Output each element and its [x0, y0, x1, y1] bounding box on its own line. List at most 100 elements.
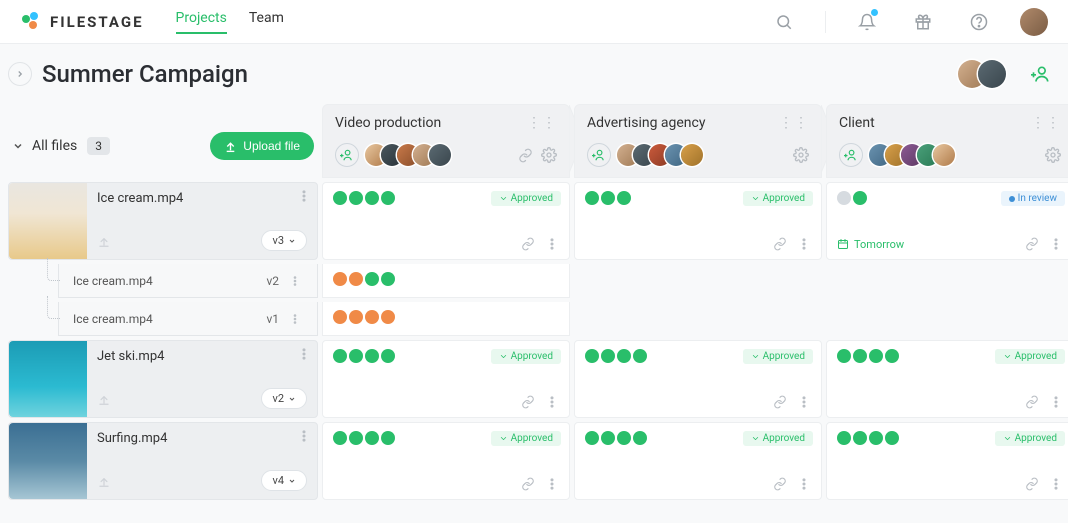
- card-menu-icon[interactable]: [1049, 395, 1063, 409]
- upload-file-button[interactable]: Upload file: [210, 132, 314, 160]
- version-menu-icon[interactable]: [289, 313, 301, 325]
- version-tree: Ice cream.mp4 v1: [8, 302, 318, 336]
- drag-handle-icon[interactable]: ⋮⋮: [527, 115, 557, 131]
- link-icon[interactable]: [521, 477, 535, 491]
- review-card[interactable]: [322, 264, 570, 298]
- files-label: All files: [32, 138, 77, 154]
- review-card[interactable]: In review Tomorrow: [826, 182, 1068, 260]
- vote-dot: [381, 272, 395, 286]
- review-card[interactable]: Approved: [574, 422, 822, 500]
- vote-dot: [381, 310, 395, 324]
- due-date: Tomorrow: [837, 238, 904, 251]
- drag-handle-icon[interactable]: ⋮⋮: [1031, 115, 1061, 131]
- search-icon[interactable]: [769, 7, 799, 37]
- version-selector[interactable]: v4: [261, 470, 307, 491]
- vote-dot: [617, 191, 631, 205]
- link-icon[interactable]: [521, 237, 535, 251]
- stage-name: Video production: [335, 115, 441, 131]
- vote-dot: [349, 310, 363, 324]
- file-cell[interactable]: Ice cream.mp4 v3: [8, 182, 318, 260]
- file-cell[interactable]: Jet ski.mp4 v2: [8, 340, 318, 418]
- member-avatar: [978, 60, 1006, 88]
- file-menu-icon[interactable]: [297, 189, 311, 203]
- nav-team[interactable]: Team: [249, 10, 284, 34]
- add-reviewer-button[interactable]: [839, 143, 863, 167]
- vote-dot: [333, 310, 347, 324]
- version-selector[interactable]: v2: [261, 388, 307, 409]
- vote-dot: [365, 272, 379, 286]
- card-menu-icon[interactable]: [545, 477, 559, 491]
- main-nav: Projects Team: [176, 10, 284, 34]
- upload-version-icon[interactable]: [97, 392, 111, 406]
- card-menu-icon[interactable]: [797, 395, 811, 409]
- vote-dot: [869, 349, 883, 363]
- link-icon[interactable]: [773, 477, 787, 491]
- notifications-icon[interactable]: [852, 7, 882, 37]
- stage-settings-icon[interactable]: [793, 147, 809, 163]
- help-icon[interactable]: [964, 7, 994, 37]
- link-icon[interactable]: [773, 395, 787, 409]
- add-reviewer-button[interactable]: [587, 143, 611, 167]
- upload-version-icon[interactable]: [97, 474, 111, 488]
- empty-cell: [574, 302, 822, 336]
- version-selector[interactable]: v3: [261, 230, 307, 251]
- file-menu-icon[interactable]: [297, 429, 311, 443]
- stage-header: Client ⋮⋮: [826, 104, 1068, 178]
- review-card[interactable]: [322, 302, 570, 336]
- stage-settings-icon[interactable]: [541, 147, 557, 163]
- gift-icon[interactable]: [908, 7, 938, 37]
- card-menu-icon[interactable]: [1049, 477, 1063, 491]
- card-menu-icon[interactable]: [1049, 237, 1063, 251]
- status-approved: Approved: [995, 431, 1065, 446]
- card-menu-icon[interactable]: [797, 477, 811, 491]
- user-avatar[interactable]: [1020, 8, 1048, 36]
- topbar: FILESTAGE Projects Team: [0, 0, 1068, 44]
- link-icon[interactable]: [518, 147, 533, 163]
- status-approved: Approved: [491, 431, 561, 446]
- project-members[interactable]: [966, 60, 1006, 88]
- expand-all-icon[interactable]: [12, 140, 24, 152]
- stage-settings-icon[interactable]: [1045, 147, 1061, 163]
- version-menu-icon[interactable]: [289, 275, 301, 287]
- file-menu-icon[interactable]: [297, 347, 311, 361]
- link-icon[interactable]: [521, 395, 535, 409]
- link-icon[interactable]: [1025, 477, 1039, 491]
- review-card[interactable]: Approved: [322, 182, 570, 260]
- card-menu-icon[interactable]: [545, 395, 559, 409]
- vote-dot: [381, 349, 395, 363]
- file-cell[interactable]: Surfing.mp4 v4: [8, 422, 318, 500]
- review-card[interactable]: Approved: [322, 340, 570, 418]
- review-card[interactable]: Approved: [826, 340, 1068, 418]
- card-menu-icon[interactable]: [545, 237, 559, 251]
- collapse-project-icon[interactable]: [8, 62, 32, 86]
- upload-version-icon[interactable]: [97, 234, 111, 248]
- empty-cell: [826, 302, 1068, 336]
- version-label: v2: [266, 274, 279, 288]
- review-card[interactable]: Approved: [826, 422, 1068, 500]
- status-approved: Approved: [995, 349, 1065, 364]
- vote-dot: [617, 349, 631, 363]
- vote-dot: [333, 349, 347, 363]
- review-card[interactable]: Approved: [574, 340, 822, 418]
- vote-dot: [585, 191, 599, 205]
- file-thumbnail: [9, 341, 87, 417]
- link-icon[interactable]: [1025, 237, 1039, 251]
- review-card[interactable]: Approved: [322, 422, 570, 500]
- link-icon[interactable]: [773, 237, 787, 251]
- add-reviewer-button[interactable]: [335, 143, 359, 167]
- link-icon[interactable]: [1025, 395, 1039, 409]
- vote-dot: [633, 349, 647, 363]
- files-column-header: All files 3 Upload file: [8, 104, 318, 178]
- version-tree: Ice cream.mp4 v2: [8, 264, 318, 298]
- invite-member-button[interactable]: [1026, 59, 1056, 89]
- vote-dot: [853, 349, 867, 363]
- drag-handle-icon[interactable]: ⋮⋮: [779, 115, 809, 131]
- review-card[interactable]: Approved: [574, 182, 822, 260]
- project-titlebar: Summer Campaign: [0, 44, 1068, 104]
- version-row[interactable]: Ice cream.mp4 v1: [58, 302, 318, 336]
- vote-dot: [837, 191, 851, 205]
- version-row[interactable]: Ice cream.mp4 v2: [58, 264, 318, 298]
- card-menu-icon[interactable]: [797, 237, 811, 251]
- vote-dot: [365, 191, 379, 205]
- nav-projects[interactable]: Projects: [176, 10, 227, 34]
